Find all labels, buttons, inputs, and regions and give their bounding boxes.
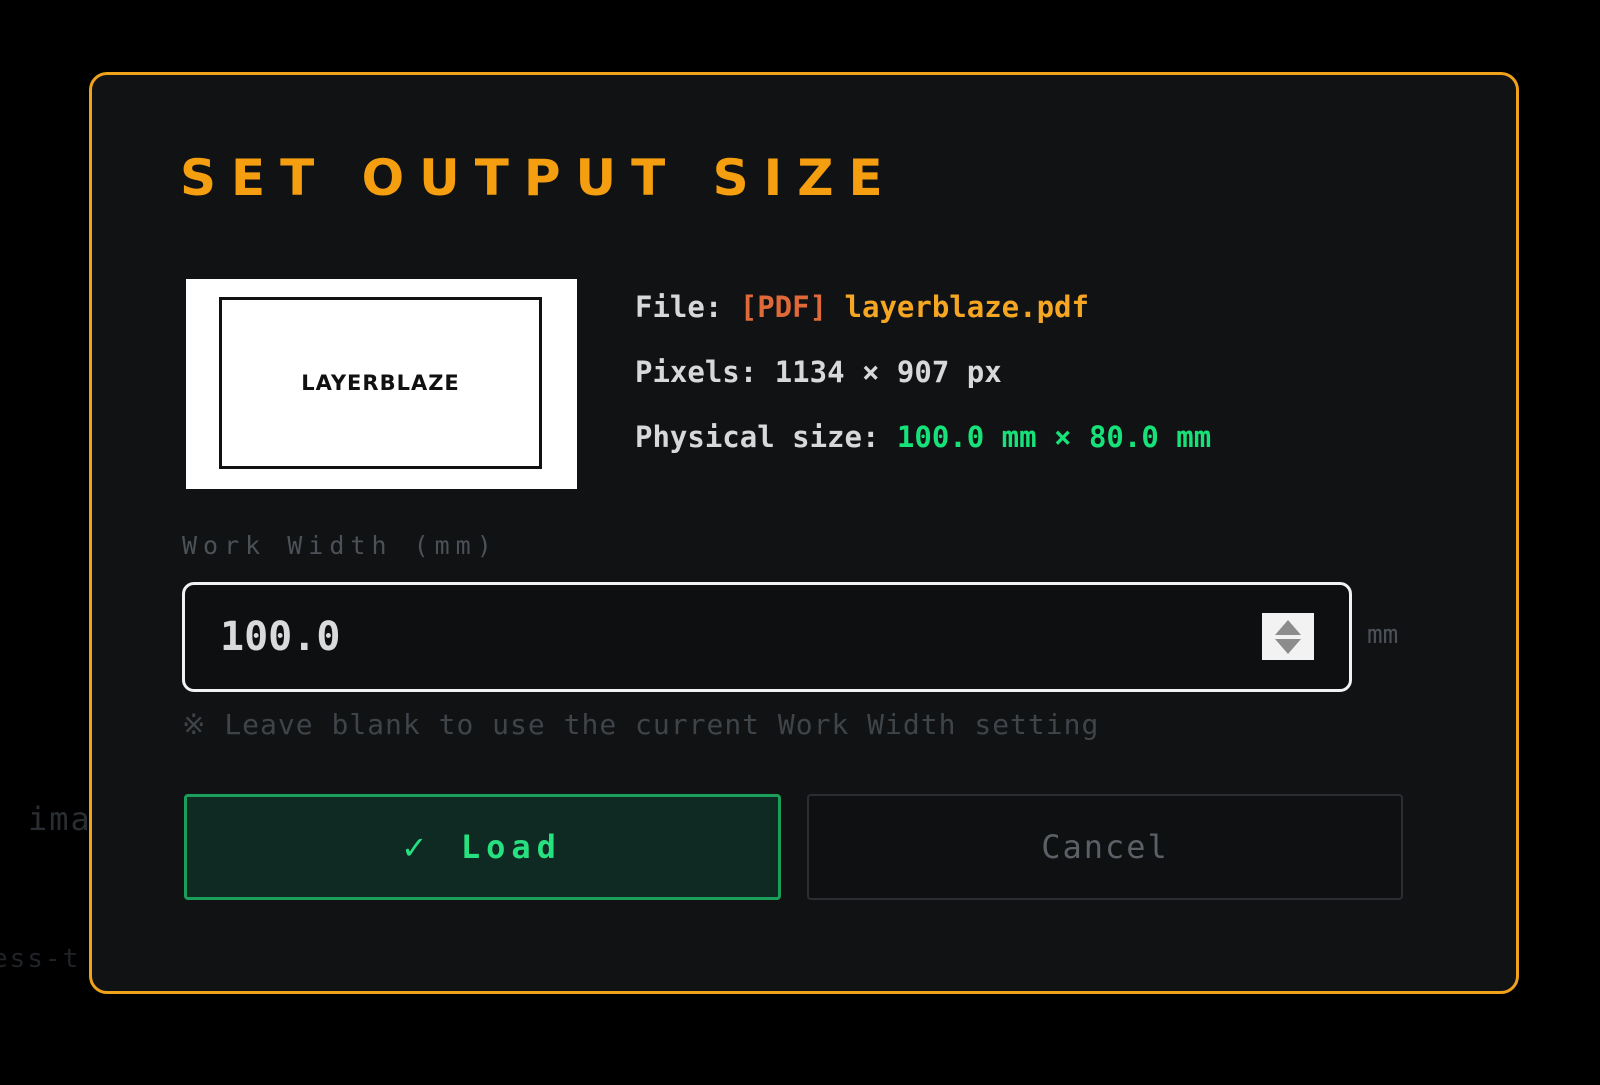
pixels-label: Pixels: [635, 355, 775, 389]
spinner-down-icon[interactable] [1275, 638, 1301, 654]
file-preview-thumbnail: LAYERBLAZE [186, 279, 577, 489]
spinner-up-icon[interactable] [1275, 619, 1301, 635]
preview-frame: LAYERBLAZE [219, 297, 542, 469]
physical-size-row: Physical size: 100.0 mm × 80.0 mm [635, 415, 1211, 480]
load-button[interactable]: ✓ Load [184, 794, 781, 900]
hint-text: ※ Leave blank to use the current Work Wi… [182, 708, 1100, 741]
number-spinner[interactable] [1262, 613, 1314, 660]
file-type-tag: [PDF] [739, 290, 828, 324]
background-text: ess-t [0, 944, 81, 974]
load-label: Load [460, 828, 562, 866]
dialog-title: SET OUTPUT SIZE [180, 149, 898, 207]
file-info: File: [PDF] layerblaze.pdf Pixels: 1134 … [635, 285, 1211, 480]
work-width-input-box [182, 582, 1352, 692]
preview-logo: LAYERBLAZE [301, 371, 460, 395]
pixels-row: Pixels: 1134 × 907 px [635, 350, 1211, 415]
physical-size-value: 100.0 mm × 80.0 mm [896, 420, 1212, 454]
check-icon: ✓ [403, 826, 431, 868]
cancel-button[interactable]: Cancel [807, 794, 1403, 900]
background-text: ima [28, 800, 92, 838]
file-name: layerblaze.pdf [844, 290, 1089, 324]
work-width-input[interactable] [185, 591, 1262, 683]
file-row: File: [PDF] layerblaze.pdf [635, 285, 1211, 350]
pixels-value: 1134 × 907 px [774, 355, 1002, 389]
file-label: File: [635, 290, 740, 324]
work-width-label: Work Width (mm) [182, 531, 498, 560]
set-output-size-dialog: SET OUTPUT SIZE LAYERBLAZE File: [PDF] l… [89, 72, 1519, 994]
unit-label: mm [1367, 620, 1399, 650]
physical-size-label: Physical size: [635, 420, 897, 454]
